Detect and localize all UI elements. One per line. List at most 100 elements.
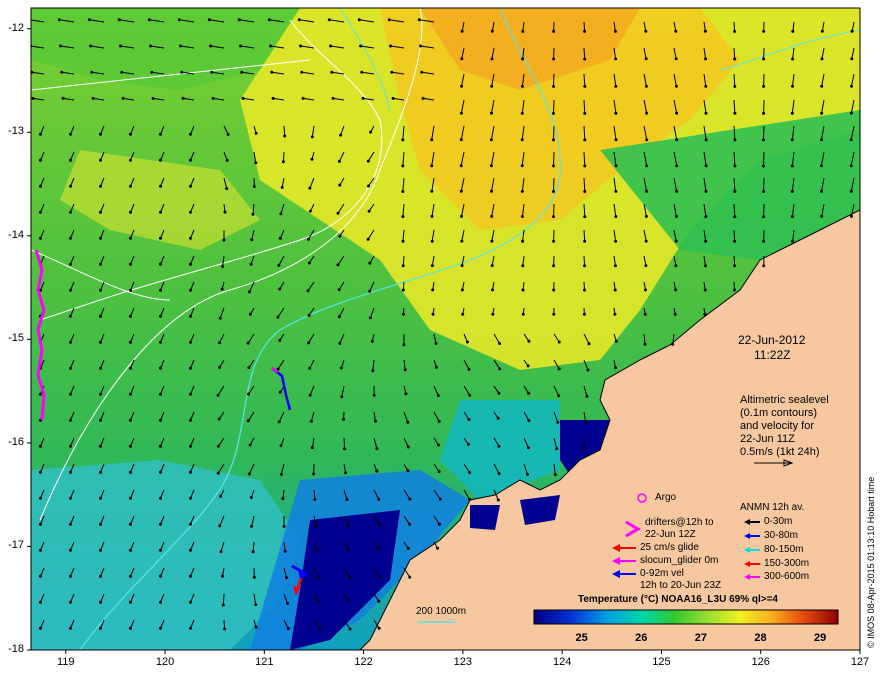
velocity-arrow-head (820, 111, 824, 115)
velocity-arrow-head (437, 470, 441, 474)
velocity-arrow-head (417, 18, 421, 22)
velocity-arrow-head (189, 600, 192, 604)
legend-glide: 25 cm/s glide (640, 542, 699, 553)
velocity-arrow-head (521, 264, 525, 268)
velocity-arrow-head (419, 44, 423, 48)
velocity-arrow-head (281, 497, 285, 501)
credit-text: © IMOS 08-Apr-2015 01:13:10 Hobart time (866, 476, 876, 648)
velocity-arrow-head (129, 522, 132, 526)
velocity-arrow-head (99, 132, 102, 136)
velocity-arrow-head (645, 164, 649, 168)
velocity-arrow-head (762, 138, 765, 142)
velocity-arrow-head (246, 341, 250, 345)
velocity-arrow-head (552, 111, 555, 115)
velocity-arrow-head (331, 96, 335, 100)
velocity-arrow-head (278, 338, 282, 342)
colorbar-tick-label: 25 (575, 632, 588, 644)
velocity-arrow-head (189, 574, 192, 578)
velocity-arrow-head (434, 365, 438, 369)
velocity-arrow-head (490, 29, 494, 33)
velocity-arrow-head (39, 548, 42, 552)
velocity-arrow-head (674, 57, 678, 61)
velocity-arrow-head (791, 29, 795, 33)
velocity-arrow-head (527, 339, 531, 343)
velocity-arrow-head (129, 574, 132, 578)
velocity-arrow-head (189, 262, 192, 266)
velocity-arrow-head (89, 44, 93, 48)
velocity-arrow-head (368, 261, 372, 265)
velocity-arrow-head (369, 130, 373, 134)
velocity-arrow (553, 99, 555, 114)
altimetry-line4: 22-Jun 11Z (740, 433, 795, 445)
velocity-arrow-head (468, 393, 472, 397)
velocity-arrow-head (733, 164, 737, 168)
velocity-arrow-head (252, 575, 256, 579)
velocity-arrow-head (582, 312, 586, 316)
velocity-arrow-head (820, 138, 823, 142)
velocity-arrow-head (159, 418, 162, 422)
velocity-arrow-head (338, 234, 342, 238)
velocity-arrow-head (313, 497, 317, 501)
velocity-arrow-head (308, 186, 312, 190)
velocity-arrow-head (644, 288, 647, 292)
velocity-arrow-head (129, 132, 132, 136)
velocity-arrow-head (387, 18, 391, 22)
velocity-arrow-head (159, 522, 162, 526)
velocity-arrow-head (149, 44, 153, 48)
velocity-arrow-head (552, 57, 556, 61)
velocity-arrow-head (360, 70, 364, 74)
velocity-arrow-head (583, 164, 587, 168)
velocity-arrow-head (69, 340, 72, 344)
velocity-arrow-head (189, 392, 192, 396)
velocity-arrow-head (791, 84, 794, 88)
velocity-arrow-head (39, 470, 42, 474)
velocity-arrow-head (361, 96, 365, 100)
velocity-arrow-head (459, 138, 463, 142)
lon-tick-label: 124 (552, 656, 572, 668)
velocity-arrow-head (521, 29, 525, 33)
velocity-arrow-head (367, 209, 371, 213)
velocity-arrow-head (159, 340, 162, 344)
velocity-arrow-head (39, 496, 42, 500)
velocity-arrow-head (348, 575, 352, 579)
lat-tick-label: -13 (8, 125, 24, 138)
velocity-arrow-head (401, 239, 405, 243)
velocity-arrow-head (820, 214, 824, 218)
velocity-arrow-head (644, 57, 648, 61)
velocity-arrow-head (337, 315, 341, 319)
velocity-arrow-head (552, 239, 556, 243)
velocity-arrow-head (250, 524, 254, 528)
velocity-arrow-head (675, 189, 679, 193)
velocity-arrow-head (99, 210, 102, 214)
velocity-arrow-head (270, 70, 274, 74)
velocity-arrow-head (790, 138, 794, 142)
velocity-arrow-head (316, 576, 320, 580)
velocity-arrow-head (614, 138, 618, 142)
velocity-arrow-head (583, 138, 587, 142)
velocity-arrow-head (69, 288, 72, 292)
velocity-arrow-head (552, 190, 555, 193)
velocity-arrow (553, 73, 555, 87)
velocity-arrow-head (406, 469, 410, 473)
velocity-arrow-head (189, 366, 192, 370)
velocity-arrow-head (159, 626, 162, 630)
velocity-arrow-head (497, 391, 501, 395)
velocity-arrow-head (340, 395, 344, 399)
velocity-arrow-head (315, 549, 319, 552)
velocity-arrow-head (39, 600, 42, 604)
velocity-arrow-head (762, 164, 765, 168)
velocity-arrow-head (99, 522, 102, 526)
velocity-arrow-head (246, 419, 250, 423)
velocity-arrow-head (249, 262, 253, 266)
velocity-arrow-head (219, 550, 223, 553)
velocity-arrow-head (614, 84, 618, 88)
velocity-arrow-head (177, 18, 181, 22)
velocity-arrow-head (521, 239, 525, 243)
velocity-arrow (343, 437, 346, 449)
velocity-arrow-head (338, 341, 342, 345)
colorbar-tick-label: 26 (635, 632, 648, 644)
velocity-arrow-head (762, 215, 766, 219)
velocity-arrow-head (583, 190, 587, 193)
legend-drifters-1: drifters@12h to (645, 517, 714, 528)
velocity-arrow-head (460, 29, 464, 33)
